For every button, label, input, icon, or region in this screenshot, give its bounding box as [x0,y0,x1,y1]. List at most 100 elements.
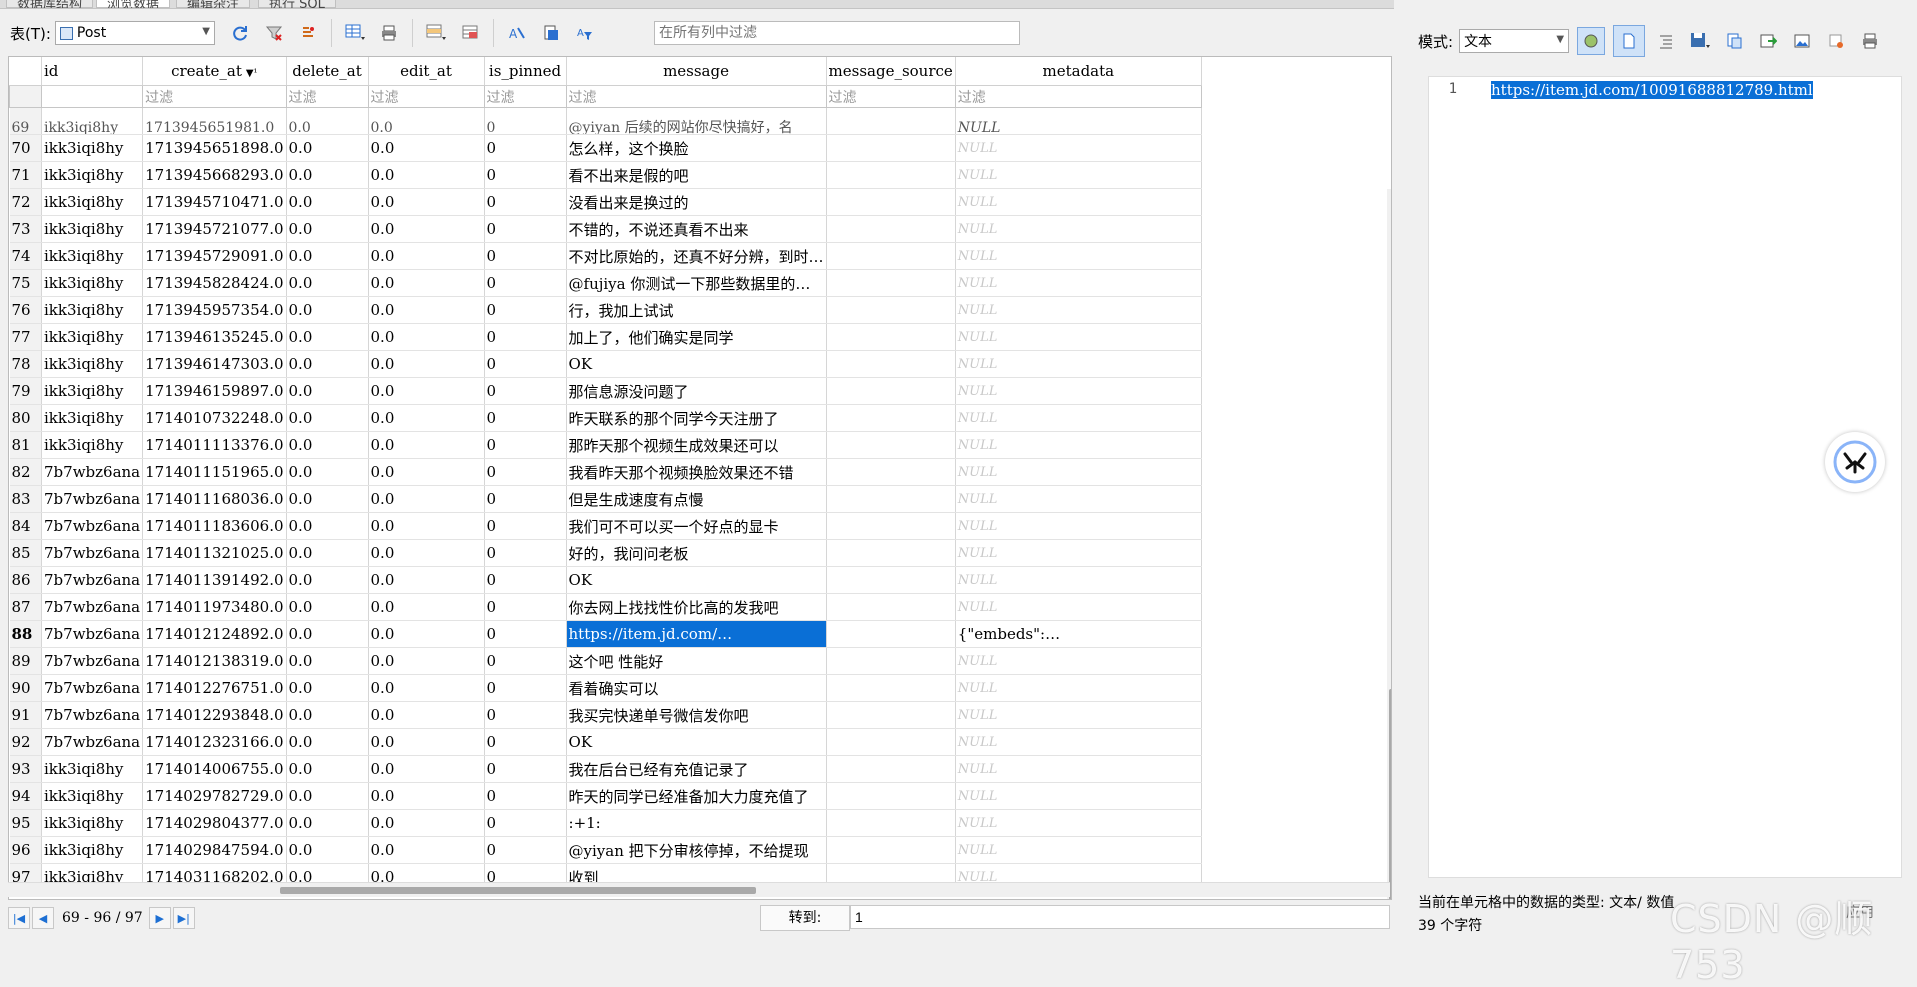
cell-metadata[interactable]: NULL [955,269,1202,297]
table-row[interactable]: 80 ikk3iqi8hy 1714010732248.0 0.0 0.0 0 昨天联系的那… [9,404,1202,432]
cell-create-at[interactable]: 1713945651981.0 [142,107,287,135]
cell-edit-at[interactable]: 0.0 [368,620,485,648]
horizontal-scrollbar[interactable] [8,882,1390,897]
cell-is-pinned[interactable]: 0 [484,377,567,405]
goto-input[interactable] [850,905,1390,929]
cell-message[interactable]: https://item.jd.com/… [566,620,827,648]
table-row[interactable]: 91 7b7wbz6ana 1714012293848.0 0.0 0.0 0 我买完快递单… [9,701,1202,729]
filter-input-delete-at[interactable]: 过滤 [285,85,369,108]
cell-message-source[interactable] [826,539,956,567]
cell-edit-at[interactable]: 0.0 [368,485,485,513]
cell-is-pinned[interactable]: 0 [484,431,567,459]
cell-is-pinned[interactable]: 0 [484,323,567,351]
cell-message[interactable]: @yiyan 后续的网站你尽快搞好，名 [566,107,827,135]
cell-message-source[interactable] [826,215,956,243]
cell-id[interactable]: ikk3iqi8hy [41,836,144,864]
row-number[interactable]: 74 [9,242,42,270]
table-row[interactable]: 81 ikk3iqi8hy 1714011113376.0 0.0 0.0 0 那昨天那个视… [9,431,1202,459]
table-row[interactable]: 90 7b7wbz6ana 1714012276751.0 0.0 0.0 0 看着确实可以… [9,674,1202,702]
cell-metadata[interactable]: NULL [955,701,1202,729]
row-number[interactable]: 82 [9,458,42,486]
cell-edit-at[interactable]: 0.0 [368,701,485,729]
save-to-file-button[interactable] [1687,28,1713,54]
cell-id[interactable]: ikk3iqi8hy [41,377,144,405]
tab-1[interactable]: 浏览数据 [96,0,171,8]
cell-message-source[interactable] [826,296,956,324]
table-row[interactable]: 70 ikk3iqi8hy 1713945651898.0 0.0 0.0 0 怎么样，这个… [9,134,1202,162]
table-row[interactable]: 95 ikk3iqi8hy 1714029804377.0 0.0 0.0 0:+1: NU… [9,809,1202,837]
cell-message-source[interactable] [826,458,956,486]
row-number[interactable]: 72 [9,188,42,216]
cell-id[interactable]: ikk3iqi8hy [41,296,144,324]
cell-metadata[interactable]: NULL [955,404,1202,432]
row-number[interactable]: 80 [9,404,42,432]
row-number[interactable]: 84 [9,512,42,540]
cell-id[interactable]: ikk3iqi8hy [41,134,144,162]
cell-create-at[interactable]: 1713945668293.0 [142,161,287,189]
cell-delete-at[interactable]: 0.0 [286,188,369,216]
table-select[interactable]: Post ▼ [54,21,215,45]
cell-message-source[interactable] [826,647,956,675]
row-number[interactable]: 79 [9,377,42,405]
cell-create-at[interactable]: 1713945710471.0 [142,188,287,216]
cell-message[interactable]: 怎么样，这个换脸 [566,134,827,162]
cell-edit-at[interactable]: 0.0 [368,377,485,405]
find-button[interactable]: A [504,20,530,46]
cell-message-source[interactable] [826,485,956,513]
cell-message-source[interactable] [826,350,956,378]
cell-id[interactable]: 7b7wbz6ana [41,620,144,648]
cell-message[interactable]: :+1: [566,809,827,837]
row-number[interactable]: 69 [9,107,42,135]
cell-is-pinned[interactable]: 0 [484,782,567,810]
row-number-header[interactable] [9,57,42,86]
cell-create-at[interactable]: 1713945729091.0 [142,242,287,270]
cell-message-source[interactable] [826,404,956,432]
export-button[interactable] [1755,28,1781,54]
cell-is-pinned[interactable]: 0 [484,485,567,513]
cell-message-source[interactable] [826,809,956,837]
cell-message-source[interactable] [826,134,956,162]
table-row[interactable]: 76 ikk3iqi8hy 1713945957354.0 0.0 0.0 0 行，我加上试… [9,296,1202,324]
cell-metadata[interactable]: {"embeds":… [955,620,1202,648]
cell-delete-at[interactable]: 0.0 [286,566,369,594]
cell-edit-at[interactable]: 0.0 [368,215,485,243]
cell-id[interactable]: ikk3iqi8hy [41,161,144,189]
table-row[interactable]: 88 7b7wbz6ana 1714012124892.0 0.0 0.0 0 https:… [9,620,1202,648]
cell-create-at[interactable]: 1713945957354.0 [142,296,287,324]
cell-is-pinned[interactable]: 0 [484,269,567,297]
cell-create-at[interactable]: 1714029804377.0 [142,809,287,837]
cell-metadata[interactable]: NULL [955,458,1202,486]
cell-create-at[interactable]: 1714011113376.0 [142,431,287,459]
cell-delete-at[interactable]: 0.0 [286,323,369,351]
cell-metadata[interactable]: NULL [955,296,1202,324]
delete-record-button[interactable] [457,20,483,46]
cell-message[interactable]: OK [566,728,827,756]
cell-edit-at[interactable]: 0.0 [368,512,485,540]
row-number[interactable]: 94 [9,782,42,810]
table-row[interactable]: 69 ikk3iqi8hy 1713945651981.0 0.0 0.0 0 @yiyan… [9,107,1202,135]
table-row[interactable]: 73 ikk3iqi8hy 1713945721077.0 0.0 0.0 0 不错的，不说… [9,215,1202,243]
cell-edit-at[interactable]: 0.0 [368,242,485,270]
cell-metadata[interactable]: NULL [955,215,1202,243]
cell-edit-at[interactable]: 0.0 [368,107,485,135]
cell-create-at[interactable]: 1714011391492.0 [142,566,287,594]
auto-switch-button[interactable] [1577,27,1606,55]
cell-is-pinned[interactable]: 0 [484,296,567,324]
cell-message-source[interactable] [826,566,956,594]
cell-message-source[interactable] [826,188,956,216]
column-header-create-at[interactable]: create_at ▼¹ [142,57,287,86]
cell-metadata[interactable]: NULL [955,593,1202,621]
table-row[interactable]: 71 ikk3iqi8hy 1713945668293.0 0.0 0.0 0 看不出来是假… [9,161,1202,189]
prev-record-button[interactable]: ◀ [32,907,54,929]
cell-is-pinned[interactable]: 0 [484,107,567,135]
cell-message[interactable]: 没看出来是换过的 [566,188,827,216]
cell-edit-at[interactable]: 0.0 [368,836,485,864]
cell-id[interactable]: 7b7wbz6ana [41,593,144,621]
row-number[interactable]: 87 [9,593,42,621]
row-number[interactable]: 88 [9,620,42,648]
cell-delete-at[interactable]: 0.0 [286,674,369,702]
cell-metadata[interactable]: NULL [955,377,1202,405]
save-table-button[interactable] [342,20,368,46]
editor-content[interactable]: https://item.jd.com/10091688812789.html [1491,81,1813,99]
cell-create-at[interactable]: 1713946147303.0 [142,350,287,378]
